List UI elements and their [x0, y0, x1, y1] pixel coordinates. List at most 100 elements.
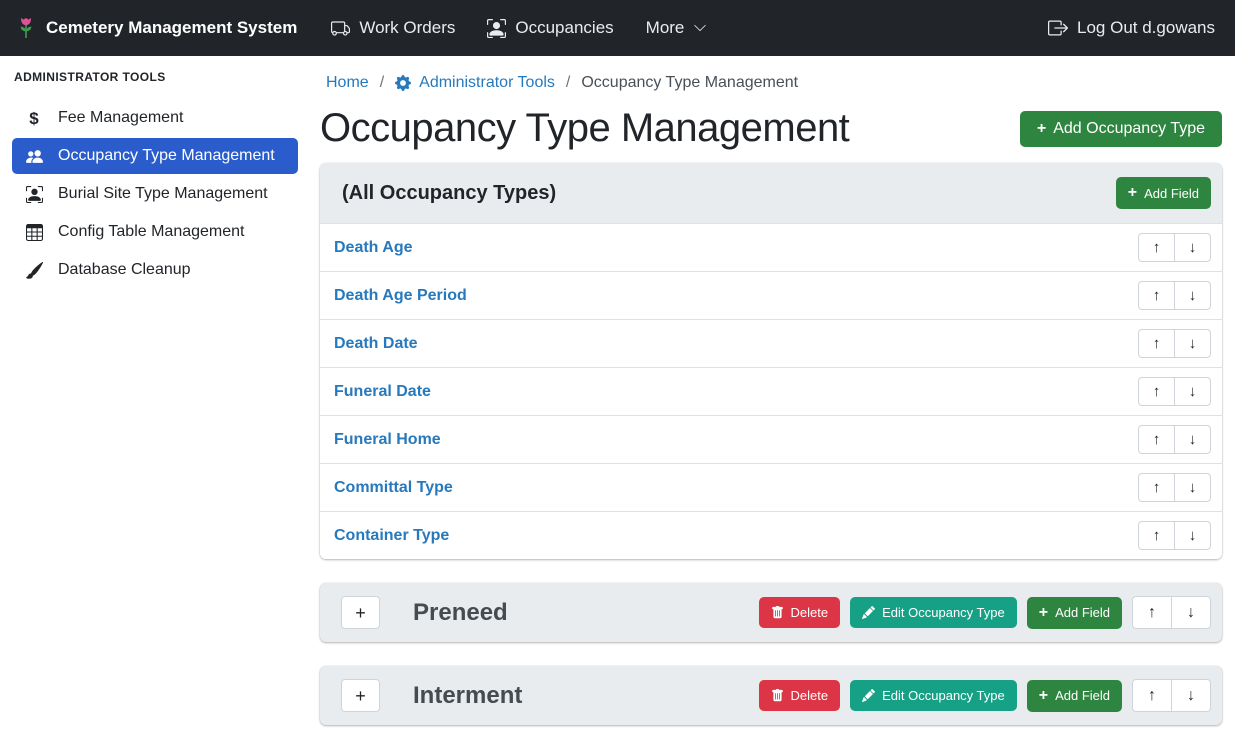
chevron-down-icon [693, 21, 707, 35]
edit-occupancy-type-button[interactable]: Edit Occupancy Type [850, 680, 1017, 711]
field-link[interactable]: Container Type [334, 527, 449, 545]
section-title: Preneed [413, 599, 508, 627]
all-occupancy-types-card: (All Occupancy Types) + Add Field Death … [320, 163, 1222, 559]
section-title: Interment [413, 682, 522, 710]
move-up-button[interactable]: ↑ [1138, 377, 1175, 406]
logout-button[interactable]: Log Out d.gowans [1048, 18, 1215, 38]
breadcrumb: Home / Administrator Tools / Occupancy T… [326, 74, 1222, 92]
truck-icon [331, 19, 350, 38]
field-link[interactable]: Death Age Period [334, 287, 467, 305]
move-down-button[interactable]: ↓ [1171, 596, 1211, 629]
move-up-button[interactable]: ↑ [1132, 679, 1172, 712]
move-down-button[interactable]: ↓ [1171, 679, 1211, 712]
add-field-label: Add Field [1055, 605, 1110, 620]
sidebar-item-burial-site-type-management[interactable]: Burial Site Type Management [12, 176, 298, 212]
field-link[interactable]: Committal Type [334, 479, 453, 497]
sidebar-item-database-cleanup[interactable]: Database Cleanup [12, 252, 298, 288]
move-down-button[interactable]: ↓ [1174, 281, 1211, 310]
top-navbar: Cemetery Management System Work Orders Oc… [0, 0, 1235, 56]
breadcrumb-home-label: Home [326, 74, 369, 92]
navbar-links: Work Orders Occupancies More [331, 18, 739, 38]
sidebar-item-label: Burial Site Type Management [58, 185, 268, 203]
page-header: Occupancy Type Management + Add Occupanc… [320, 106, 1222, 151]
field-link[interactable]: Death Date [334, 335, 418, 353]
trash-icon [771, 689, 784, 702]
pencil-icon [862, 689, 875, 702]
delete-label: Delete [791, 605, 829, 620]
breadcrumb-separator: / [380, 74, 384, 92]
breadcrumb-admin-tools-link[interactable]: Administrator Tools [395, 74, 555, 92]
add-field-button[interactable]: + Add Field [1027, 597, 1122, 629]
sidebar-heading: Administrator Tools [14, 70, 298, 84]
nav-item-occupancies[interactable]: Occupancies [487, 18, 613, 38]
all-occupancy-types-title: (All Occupancy Types) [342, 182, 556, 205]
edit-label: Edit Occupancy Type [882, 605, 1005, 620]
page-title: Occupancy Type Management [320, 106, 849, 151]
field-link[interactable]: Funeral Date [334, 383, 431, 401]
delete-label: Delete [791, 688, 829, 703]
field-row-container-type: Container Type ↑↓ [320, 511, 1222, 559]
occupancy-type-sections: +PreneedDeleteEdit Occupancy Type+Add Fi… [320, 583, 1222, 725]
expand-button[interactable]: + [341, 679, 380, 712]
add-field-button[interactable]: + Add Field [1116, 177, 1211, 209]
sidebar-item-fee-management[interactable]: $Fee Management [12, 100, 298, 136]
gear-icon [395, 75, 411, 91]
field-row-death-date: Death Date ↑↓ [320, 319, 1222, 367]
sidebar-item-label: Config Table Management [58, 223, 245, 241]
move-up-button[interactable]: ↑ [1132, 596, 1172, 629]
edit-occupancy-type-button[interactable]: Edit Occupancy Type [850, 597, 1017, 628]
plus-icon: + [1039, 605, 1048, 621]
sidebar-item-config-table-management[interactable]: Config Table Management [12, 214, 298, 250]
field-link[interactable]: Death Age [334, 239, 413, 257]
expand-button[interactable]: + [341, 596, 380, 629]
nav-item-more[interactable]: More [646, 18, 708, 38]
app-brand[interactable]: Cemetery Management System [16, 16, 297, 40]
add-occupancy-type-label: Add Occupancy Type [1053, 120, 1205, 138]
field-row-funeral-home: Funeral Home ↑↓ [320, 415, 1222, 463]
add-occupancy-type-button[interactable]: + Add Occupancy Type [1020, 111, 1222, 147]
field-row-death-age-period: Death Age Period ↑↓ [320, 271, 1222, 319]
delete-button[interactable]: Delete [759, 680, 841, 711]
person-frame-icon [487, 19, 506, 38]
move-down-button[interactable]: ↓ [1174, 425, 1211, 454]
move-up-button[interactable]: ↑ [1138, 329, 1175, 358]
move-up-button[interactable]: ↑ [1138, 233, 1175, 262]
nav-item-label: More [646, 18, 685, 38]
field-link[interactable]: Funeral Home [334, 431, 441, 449]
nav-item-work-orders[interactable]: Work Orders [331, 18, 455, 38]
flower-logo-icon [16, 16, 36, 40]
reorder-button-group: ↑↓ [1132, 596, 1211, 629]
section-actions: Delete Edit Occupancy Type +Add Field ↑↓ [759, 679, 1211, 712]
field-row-death-age: Death Age ↑↓ [320, 223, 1222, 271]
move-down-button[interactable]: ↓ [1174, 329, 1211, 358]
sidebar-item-occupancy-type-management[interactable]: Occupancy Type Management [12, 138, 298, 174]
move-up-button[interactable]: ↑ [1138, 521, 1175, 550]
nav-item-label: Occupancies [515, 18, 613, 38]
all-occupancy-types-header: (All Occupancy Types) + Add Field [320, 163, 1222, 223]
add-field-button[interactable]: +Add Field [1027, 680, 1122, 712]
move-up-button[interactable]: ↑ [1138, 425, 1175, 454]
main-content: Home / Administrator Tools / Occupancy T… [306, 56, 1235, 738]
edit-label: Edit Occupancy Type [882, 688, 1005, 703]
brush-icon [24, 262, 44, 279]
field-list: Death Age↑↓Death Age Period↑↓Death Date↑… [320, 223, 1222, 559]
move-down-button[interactable]: ↓ [1174, 473, 1211, 502]
reorder-button-group: ↑↓ [1138, 473, 1211, 502]
breadcrumb-home-link[interactable]: Home [326, 74, 369, 92]
move-down-button[interactable]: ↓ [1174, 521, 1211, 550]
move-down-button[interactable]: ↓ [1174, 377, 1211, 406]
move-down-button[interactable]: ↓ [1174, 233, 1211, 262]
field-row-funeral-date: Funeral Date ↑↓ [320, 367, 1222, 415]
sidebar: Administrator Tools $Fee Management Occup… [0, 56, 306, 738]
reorder-button-group: ↑↓ [1138, 377, 1211, 406]
delete-button[interactable]: Delete [759, 597, 841, 628]
move-up-button[interactable]: ↑ [1138, 473, 1175, 502]
users-icon [24, 148, 44, 165]
sidebar-item-label: Occupancy Type Management [58, 147, 275, 165]
breadcrumb-separator: / [566, 74, 570, 92]
move-up-button[interactable]: ↑ [1138, 281, 1175, 310]
logout-icon [1048, 18, 1068, 38]
add-field-label: Add Field [1144, 186, 1199, 201]
occupancy-type-section-interment: + Interment Delete Edit Occupancy Type +Add … [320, 666, 1222, 725]
reorder-button-group: ↑↓ [1138, 329, 1211, 358]
